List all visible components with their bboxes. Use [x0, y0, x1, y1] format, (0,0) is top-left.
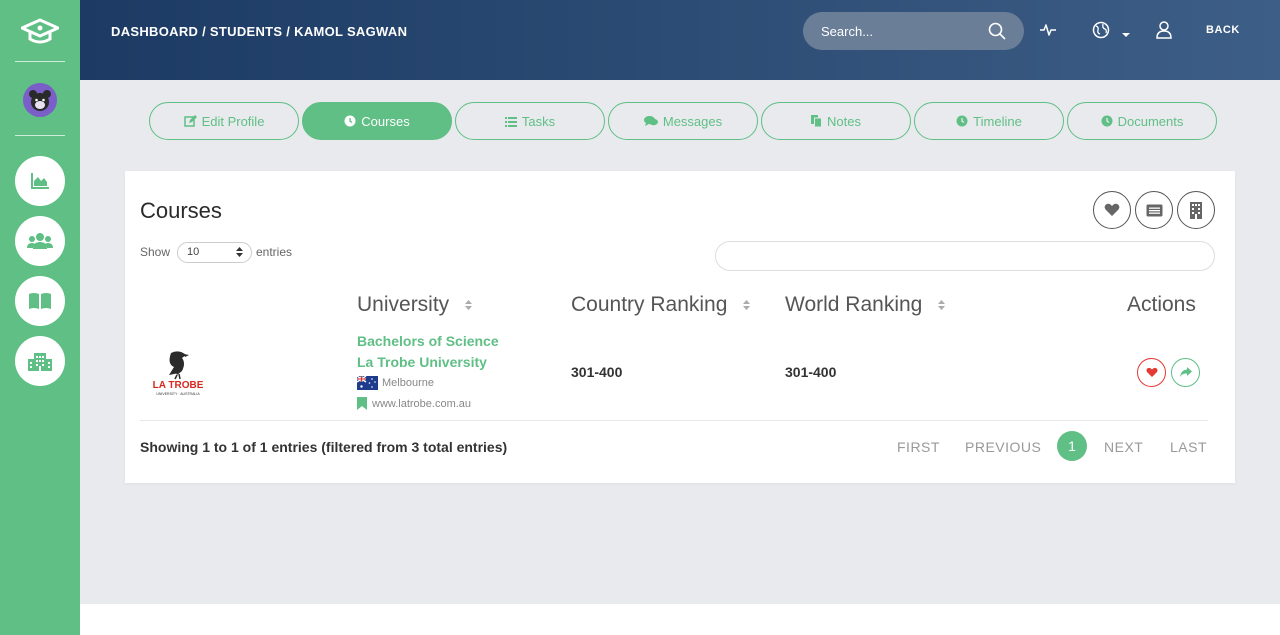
sort-icon [465, 293, 473, 317]
avatar[interactable] [23, 83, 57, 117]
australia-flag-icon [357, 376, 378, 390]
tab-label: Messages [662, 113, 723, 129]
website-label: www.latrobe.com.au [372, 397, 472, 410]
copy-icon [811, 115, 823, 127]
tab-label: Courses [361, 113, 410, 129]
tab-tasks[interactable]: Tasks [455, 102, 605, 140]
card-title: Courses [140, 198, 222, 223]
pagination-last[interactable]: LAST [1170, 439, 1207, 455]
favorite-button[interactable] [1137, 358, 1166, 387]
list-view-button[interactable] [1135, 191, 1173, 229]
university-link[interactable]: La Trobe University [357, 354, 487, 370]
search-input[interactable] [821, 12, 981, 50]
select-arrows-icon [236, 246, 243, 265]
tab-documents[interactable]: Documents [1067, 102, 1217, 140]
logo-subtext: UNIVERSITY · AUSTRALIA [156, 392, 200, 396]
top-header: DASHBOARD / STUDENTS / KAMOL SAGWAN BACK [80, 0, 1280, 80]
activity-icon[interactable] [1039, 20, 1057, 45]
user-icon[interactable] [1155, 20, 1173, 45]
table-filter-input[interactable] [715, 241, 1215, 271]
course-link[interactable]: Bachelors of Science [357, 333, 499, 349]
table-info: Showing 1 to 1 of 1 entries (filtered fr… [140, 439, 508, 455]
column-header-university[interactable]: University [357, 293, 473, 317]
heart-icon [1145, 367, 1158, 377]
sidebar-item-institutions[interactable] [15, 336, 65, 386]
show-label: Show [140, 245, 171, 259]
institution-view-button[interactable] [1177, 191, 1215, 229]
pagination-page-1[interactable]: 1 [1057, 431, 1087, 461]
tab-notes[interactable]: Notes [761, 102, 911, 140]
sort-icon [938, 293, 946, 317]
website-link[interactable]: www.latrobe.com.au [357, 397, 471, 410]
search-icon[interactable] [988, 22, 1006, 45]
caret-down-icon[interactable] [1122, 25, 1130, 43]
share-icon [1179, 367, 1192, 377]
profile-tabs: Edit Profile Courses Tasks Messages Note… [149, 102, 1217, 140]
column-header-label: Country Ranking [571, 293, 728, 316]
tab-messages[interactable]: Messages [608, 102, 758, 140]
pagination-previous[interactable]: PREVIOUS [965, 439, 1041, 455]
entries-label: entries [256, 245, 293, 259]
tab-timeline[interactable]: Timeline [914, 102, 1064, 140]
tab-label: Notes [827, 113, 861, 129]
column-header-actions: Actions [1127, 293, 1196, 316]
graduation-cap-icon[interactable] [20, 18, 60, 46]
sort-icon [743, 293, 751, 317]
favorites-button[interactable] [1093, 191, 1131, 229]
sidebar-divider [15, 61, 65, 62]
heart-icon [1104, 203, 1120, 216]
book-icon [29, 293, 51, 309]
country-ranking-value: 301-400 [571, 364, 623, 380]
tab-label: Tasks [521, 113, 556, 129]
column-header-world-ranking[interactable]: World Ranking [785, 293, 946, 317]
sidebar-item-students[interactable] [15, 216, 65, 266]
edit-icon [183, 115, 197, 127]
column-header-label: University [357, 293, 450, 316]
list-icon [504, 116, 517, 127]
world-ranking-value: 301-400 [785, 364, 837, 380]
university-location: Melbourne [357, 376, 434, 390]
sidebar [0, 0, 80, 635]
users-icon [27, 233, 53, 249]
logo-text: LA TROBE [153, 380, 204, 391]
university-logo: LA TROBE UNIVERSITY · AUSTRALIA [149, 349, 207, 397]
area-chart-icon [31, 173, 49, 189]
sidebar-item-courses[interactable] [15, 276, 65, 326]
entries-select[interactable]: 10 [177, 242, 252, 263]
clock-icon [956, 115, 968, 127]
clock-icon [1101, 115, 1113, 127]
tab-label: Timeline [973, 113, 1022, 129]
sidebar-item-dashboard[interactable] [15, 156, 65, 206]
search-box[interactable] [803, 12, 1024, 50]
comments-icon [643, 116, 658, 126]
tab-edit-profile[interactable]: Edit Profile [149, 102, 299, 140]
pagination-next[interactable]: NEXT [1104, 439, 1143, 455]
column-header-label: World Ranking [785, 293, 923, 316]
list-alt-icon [1146, 204, 1162, 216]
entries-value: 10 [187, 246, 200, 258]
column-header-country-ranking[interactable]: Country Ranking [571, 293, 751, 317]
tab-label: Edit Profile [201, 113, 265, 129]
back-button[interactable]: BACK [1206, 24, 1240, 36]
row-divider [140, 420, 1208, 421]
clock-icon [344, 115, 356, 127]
city-label: Melbourne [382, 377, 434, 389]
bookmark-icon [357, 397, 367, 410]
globe-icon[interactable] [1091, 20, 1111, 45]
breadcrumb[interactable]: DASHBOARD / STUDENTS / KAMOL SAGWAN [111, 24, 407, 39]
share-button[interactable] [1171, 358, 1200, 387]
pagination-first[interactable]: FIRST [897, 439, 940, 455]
building-icon [28, 353, 52, 371]
courses-card: Courses Show 10 entries University Count… [125, 171, 1235, 483]
tab-label: Documents [1117, 113, 1184, 129]
page-footer [80, 604, 1280, 635]
sidebar-divider [15, 135, 65, 136]
building-icon [1190, 201, 1202, 219]
tab-courses[interactable]: Courses [302, 102, 452, 140]
